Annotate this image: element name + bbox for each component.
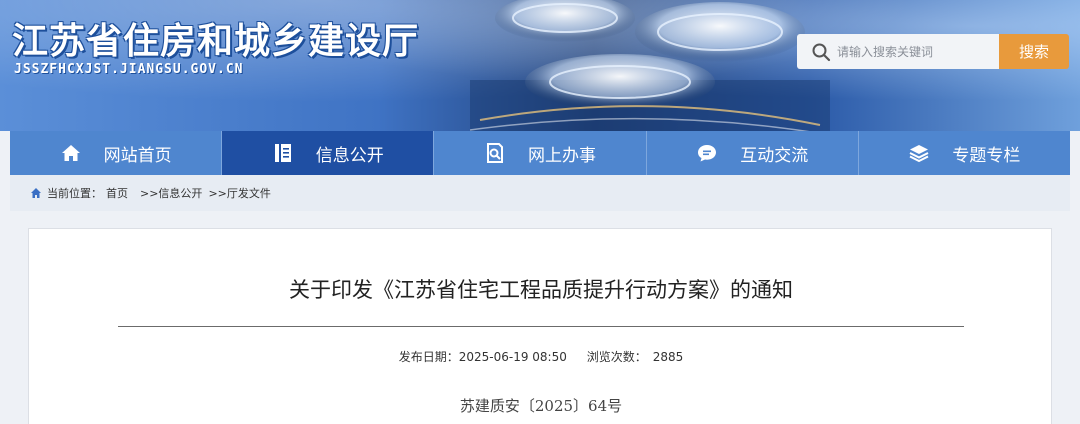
nav-item-home[interactable]: 网站首页 bbox=[10, 131, 223, 175]
title-divider bbox=[118, 326, 964, 327]
layers-icon bbox=[908, 142, 930, 164]
breadcrumb-home[interactable]: 首页 bbox=[106, 185, 128, 201]
site-title: 江苏省住房和城乡建设厅 bbox=[12, 21, 420, 62]
site-domain: JSSZFHCXJST.JIANGSU.GOV.CN bbox=[14, 62, 244, 77]
view-count-value: 2885 bbox=[652, 350, 684, 364]
location-home-icon bbox=[31, 188, 41, 198]
nav-item-online-service[interactable]: 网上办事 bbox=[434, 131, 647, 175]
document-number: 苏建质安〔2025〕64号 bbox=[459, 397, 623, 415]
main-nav: 网站首页 信息公开 网上办事 互动交流 专题专栏 bbox=[10, 131, 1071, 175]
search-box bbox=[797, 34, 1000, 69]
nav-item-special-topics[interactable]: 专题专栏 bbox=[858, 131, 1071, 175]
article-panel: 关于印发《江苏省住宅工程品质提升行动方案》的通知 发布日期：2025-06-19… bbox=[28, 228, 1052, 424]
search-icon bbox=[812, 43, 831, 61]
nav-item-interaction[interactable]: 互动交流 bbox=[646, 131, 859, 175]
nav-item-label: 专题专栏 bbox=[952, 145, 1021, 166]
publish-date: 发布日期：2025-06-19 08:50 bbox=[399, 350, 567, 364]
nav-item-label: 网站首页 bbox=[103, 145, 172, 166]
search-button[interactable]: 搜索 bbox=[999, 34, 1069, 69]
breadcrumb-info-disclosure[interactable]: >>信息公开 bbox=[140, 185, 202, 201]
nav-item-label: 信息公开 bbox=[315, 145, 384, 166]
home-icon bbox=[60, 142, 82, 164]
search-document-icon bbox=[484, 142, 506, 164]
breadcrumb-department-documents[interactable]: >>厅发文件 bbox=[208, 185, 270, 201]
publish-date-label: 发布日期： bbox=[398, 350, 459, 364]
article-title: 关于印发《江苏省住宅工程品质提升行动方案》的通知 bbox=[289, 278, 793, 302]
document-icon bbox=[272, 142, 294, 164]
nav-item-info-disclosure[interactable]: 信息公开 bbox=[222, 131, 435, 175]
breadcrumb: 当前位置： 首页 >>信息公开 >>厅发文件 bbox=[10, 175, 1070, 211]
view-count-label: 浏览次数： bbox=[586, 350, 647, 364]
nav-item-label: 网上办事 bbox=[528, 145, 596, 166]
breadcrumb-prefix: 当前位置： bbox=[47, 187, 102, 200]
nav-item-label: 互动交流 bbox=[740, 145, 809, 166]
stadium-illustration bbox=[470, 0, 830, 131]
header-banner: 江苏省住房和城乡建设厅 JSSZFHCXJST.JIANGSU.GOV.CN 搜… bbox=[0, 0, 1080, 131]
chat-icon bbox=[696, 142, 718, 164]
search-input[interactable] bbox=[837, 44, 997, 59]
publish-date-value: 2025-06-19 08:50 bbox=[458, 350, 567, 364]
article-meta: 发布日期：2025-06-19 08:50 浏览次数： 2885 bbox=[29, 348, 1053, 365]
view-count: 浏览次数： 2885 bbox=[587, 350, 684, 364]
